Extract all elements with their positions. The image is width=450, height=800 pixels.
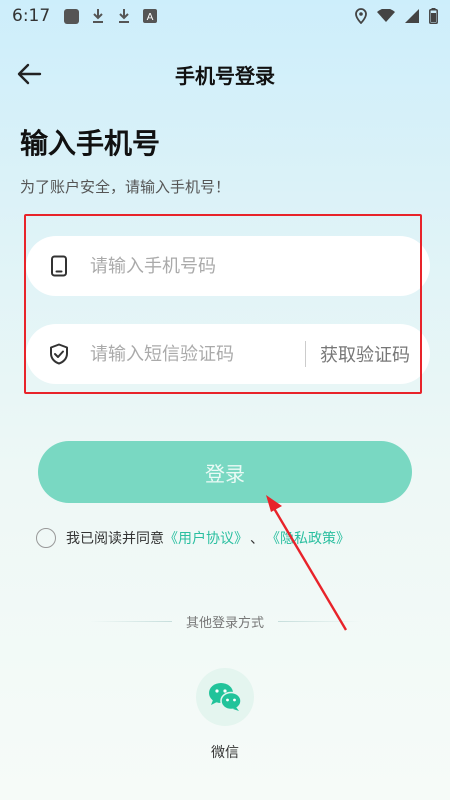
svg-text:A: A bbox=[147, 12, 154, 23]
page-subtitle: 为了账户安全，请输入手机号！ bbox=[20, 178, 231, 196]
download-icon bbox=[119, 9, 130, 23]
download-icon bbox=[93, 9, 104, 23]
highlight-annotation-box bbox=[24, 214, 422, 394]
divider-line-right bbox=[278, 620, 361, 622]
arrow-left-icon bbox=[17, 63, 42, 85]
login-button[interactable]: 登录 bbox=[38, 441, 412, 503]
agreement-prefix: 我已阅读并同意 bbox=[66, 531, 164, 547]
other-login-label: 其他登录方式 bbox=[186, 615, 265, 631]
agreement-checkbox[interactable] bbox=[36, 528, 56, 548]
a-icon: A bbox=[143, 9, 158, 23]
other-login-divider: 其他登录方式 bbox=[90, 611, 361, 631]
wechat-login-button[interactable] bbox=[196, 668, 254, 726]
privacy-policy-link[interactable]: 《隐私政策》 bbox=[266, 528, 350, 548]
user-agreement-link[interactable]: 《用户协议》 bbox=[164, 528, 248, 548]
battery-icon bbox=[429, 8, 438, 24]
agreement-row: 我已阅读并同意 《用户协议》 、 《隐私政策》 bbox=[36, 527, 350, 549]
location-icon bbox=[355, 8, 367, 24]
header-title: 手机号登录 bbox=[175, 63, 275, 88]
status-bar: 6:17 A bbox=[0, 0, 450, 32]
wifi-icon bbox=[377, 9, 395, 22]
wechat-icon bbox=[209, 683, 242, 711]
wechat-label: 微信 bbox=[211, 745, 239, 761]
app-square-icon bbox=[64, 8, 80, 24]
divider-line-left bbox=[90, 620, 172, 622]
page-title: 输入手机号 bbox=[20, 127, 161, 160]
back-button[interactable] bbox=[14, 60, 46, 88]
header: 手机号登录 bbox=[0, 52, 450, 96]
status-time: 6:17 bbox=[12, 6, 51, 26]
signal-icon bbox=[405, 9, 419, 23]
agreement-separator: 、 bbox=[250, 531, 264, 547]
